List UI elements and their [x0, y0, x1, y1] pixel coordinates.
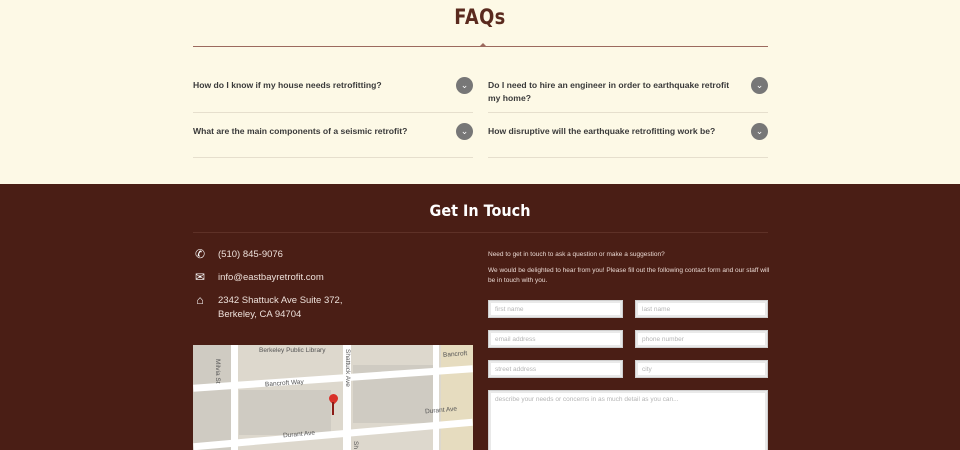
map-label: Shattuck Ave — [344, 349, 351, 387]
faq-item[interactable]: How do I know if my house needs retrofit… — [193, 77, 473, 113]
map-park — [441, 345, 473, 450]
location-map[interactable]: Berkeley Public Library Bancroft Way Ban… — [193, 345, 473, 450]
phone-row[interactable]: ✆ (510) 845-9076 — [193, 248, 283, 262]
map-label: Berkeley Public Library — [259, 347, 326, 354]
map-label: Bancroft Way — [264, 378, 304, 389]
map-block — [193, 345, 231, 450]
message-textarea[interactable] — [488, 390, 768, 450]
map-road — [433, 345, 439, 450]
chevron-down-icon[interactable]: ⌄ — [751, 123, 768, 140]
phone-input[interactable] — [635, 330, 768, 348]
map-pin-stem — [332, 402, 334, 415]
address-row: ⌂ 2342 Shattuck Ave Suite 372, Berkeley,… — [193, 294, 342, 322]
form-intro: Need to get in touch to ask a question o… — [488, 251, 665, 258]
faq-title: FAQs — [454, 5, 506, 29]
phone-number[interactable]: (510) 845-9076 — [218, 248, 283, 262]
map-block — [239, 390, 331, 435]
address: 2342 Shattuck Ave Suite 372, Berkeley, C… — [218, 295, 343, 320]
email-input[interactable] — [488, 330, 623, 348]
map-road — [231, 345, 238, 450]
faq-divider-notch — [480, 43, 486, 46]
email-row[interactable]: ✉ info@eastbayretrofit.com — [193, 271, 324, 285]
phone-icon: ✆ — [194, 247, 206, 261]
map-label: Sh — [352, 441, 359, 449]
faq-question: How do I know if my house needs retrofit… — [193, 80, 382, 90]
street-address-input[interactable] — [488, 360, 623, 378]
map-label: Milvia St — [214, 359, 221, 384]
faq-question: How disruptive will the earthquake retro… — [488, 126, 716, 136]
last-name-input[interactable] — [635, 300, 768, 318]
contact-section: Get In Touch ✆ (510) 845-9076 ✉ info@eas… — [0, 184, 960, 450]
email-link[interactable]: info@eastbayretrofit.com — [218, 271, 324, 285]
form-intro-detail: We would be delighted to hear from you! … — [488, 267, 770, 284]
envelope-icon: ✉ — [194, 270, 206, 284]
first-name-input[interactable] — [488, 300, 623, 318]
contact-divider — [193, 232, 768, 233]
city-input[interactable] — [635, 360, 768, 378]
faq-question: Do I need to hire an engineer in order t… — [488, 80, 730, 103]
chevron-down-icon[interactable]: ⌄ — [456, 123, 473, 140]
faq-divider — [193, 46, 768, 47]
faq-item[interactable]: How disruptive will the earthquake retro… — [488, 123, 768, 158]
contact-title: Get In Touch — [429, 201, 531, 220]
faq-section: FAQs How do I know if my house needs ret… — [0, 0, 960, 184]
faq-question: What are the main components of a seismi… — [193, 126, 408, 136]
faq-item[interactable]: What are the main components of a seismi… — [193, 123, 473, 158]
chevron-down-icon[interactable]: ⌄ — [751, 77, 768, 94]
faq-item[interactable]: Do I need to hire an engineer in order t… — [488, 77, 768, 113]
chevron-down-icon[interactable]: ⌄ — [456, 77, 473, 94]
home-icon: ⌂ — [196, 293, 204, 307]
